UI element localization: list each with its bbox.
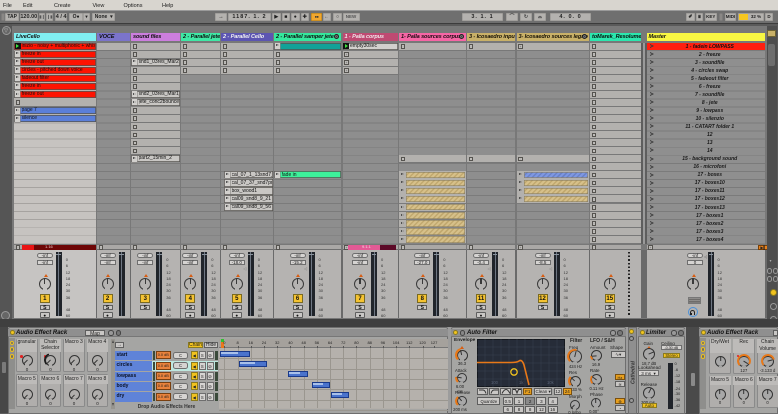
svg-text:10k: 10k <box>547 380 555 385</box>
svg-text:1k: 1k <box>519 380 524 385</box>
svg-text:100: 100 <box>491 380 499 385</box>
